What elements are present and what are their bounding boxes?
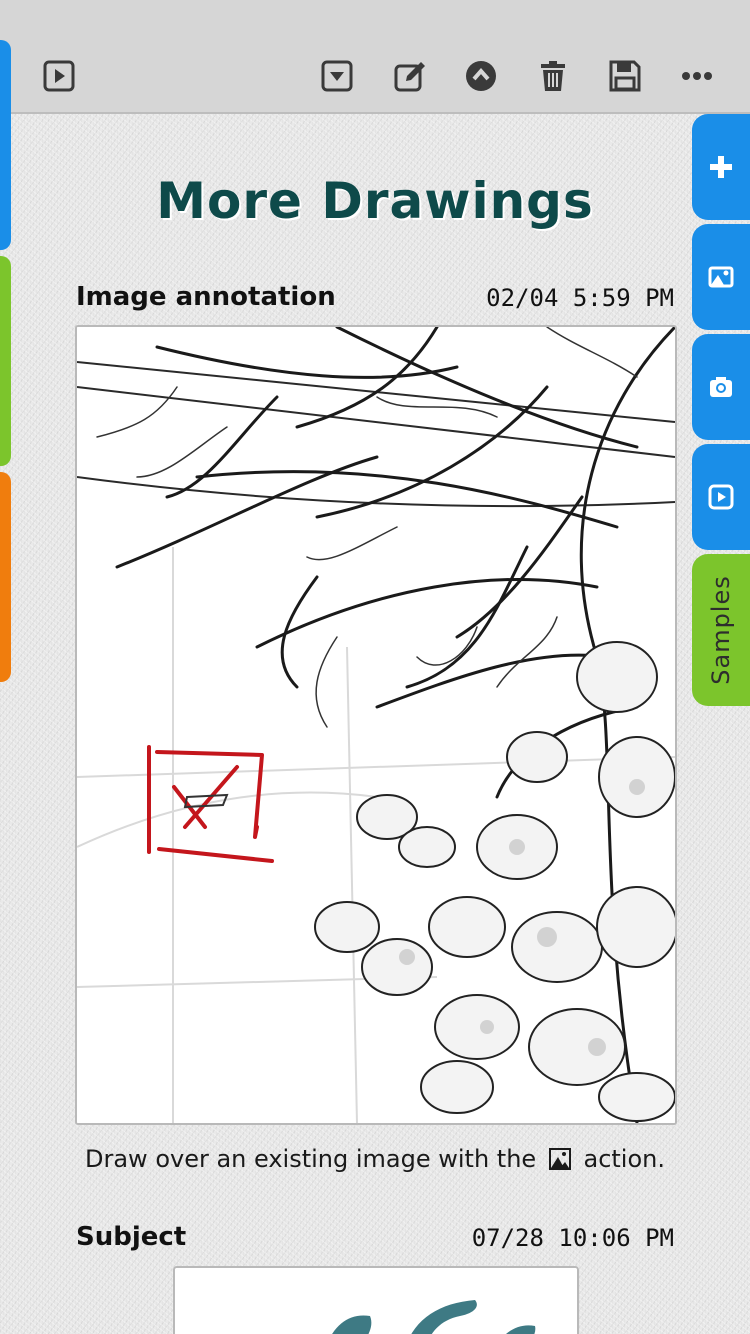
- camera-icon: [710, 377, 732, 397]
- subject-drawing-thumbnail[interactable]: [173, 1266, 579, 1334]
- video-icon: [708, 484, 734, 510]
- caption-text-after: action.: [583, 1145, 665, 1173]
- trash-icon: [541, 61, 565, 91]
- save-button[interactable]: [605, 56, 645, 96]
- image-caption: Draw over an existing image with the act…: [0, 1145, 750, 1173]
- move-up-button[interactable]: [461, 56, 501, 96]
- samples-label: Samples: [707, 575, 735, 685]
- move-down-button[interactable]: [317, 56, 357, 96]
- caption-text-before: Draw over an existing image with the: [85, 1145, 537, 1173]
- delete-button[interactable]: [533, 56, 573, 96]
- status-bar: [0, 0, 750, 40]
- left-tab-orange[interactable]: [0, 472, 11, 682]
- note-date-subject: 07/28 10:06 PM: [471, 1224, 674, 1252]
- samples-tab[interactable]: Samples: [692, 554, 750, 706]
- subject-drawing: [175, 1268, 577, 1334]
- note-title-subject: Subject: [76, 1222, 187, 1252]
- edit-button[interactable]: [390, 56, 430, 96]
- more-icon: [682, 72, 712, 80]
- edit-icon: [394, 62, 425, 92]
- play-button[interactable]: [39, 56, 79, 96]
- left-tab-green[interactable]: [0, 256, 11, 466]
- page-title: More Drawings: [156, 172, 594, 230]
- add-image-button[interactable]: [692, 224, 750, 330]
- more-button[interactable]: [677, 56, 717, 96]
- image-icon: [708, 266, 734, 288]
- note-date: 02/04 5:59 PM: [486, 284, 674, 312]
- video-button[interactable]: [692, 444, 750, 550]
- toolbar: [0, 40, 750, 114]
- save-icon: [609, 60, 641, 92]
- annotated-image[interactable]: [75, 325, 677, 1125]
- note-title: Image annotation: [76, 282, 336, 312]
- tree-sketch-image: [77, 327, 675, 1123]
- image-icon: [548, 1148, 571, 1170]
- play-icon: [43, 60, 75, 92]
- move-up-icon: [466, 61, 496, 91]
- camera-button[interactable]: [692, 334, 750, 440]
- move-down-icon: [321, 60, 353, 92]
